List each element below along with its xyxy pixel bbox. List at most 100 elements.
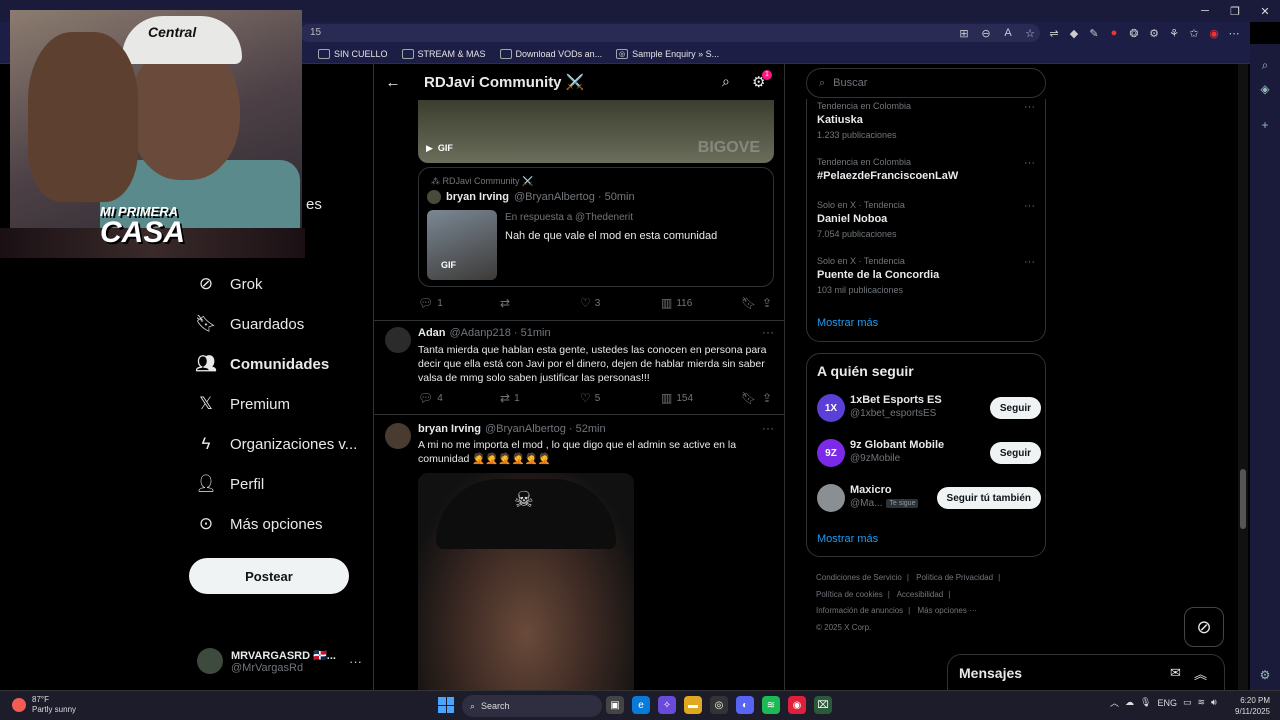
author-name[interactable]: bryan Irving (418, 423, 481, 435)
show-more-follow-link[interactable]: Mostrar más (817, 533, 878, 545)
mic-icon[interactable]: 🎙︎ (1140, 697, 1151, 708)
grok-button[interactable]: ⊘ (1184, 607, 1224, 647)
bookmark-sin-cuello[interactable]: SIN CUELLO (318, 48, 388, 59)
search-icon[interactable]: ⌕ (722, 73, 730, 90)
taskbar-search[interactable]: ⌕ Search (462, 695, 602, 717)
nav-item-grok[interactable]: ⊘ Grok (196, 269, 263, 299)
more-icon[interactable]: ··· (1024, 101, 1035, 113)
more-icon[interactable]: ⋯ (1225, 24, 1243, 42)
close-icon[interactable]: ✕ (1250, 0, 1280, 22)
trend-item[interactable]: Tendencia en Colombia Katiuska 1.233 pub… (817, 101, 1041, 151)
more-icon[interactable]: ··· (1024, 157, 1035, 169)
extension-icon[interactable]: ❂ (1125, 24, 1143, 42)
gif-thumbnail[interactable]: GIF (427, 210, 497, 280)
maximize-icon[interactable]: ❐ (1220, 0, 1250, 22)
chrome-icon[interactable]: ◎ (710, 696, 728, 714)
views-button[interactable]: ▥ 154 (661, 391, 693, 405)
app-icon[interactable]: ⌧ (814, 696, 832, 714)
nav-item-guardados[interactable]: 🔖︎ Guardados (195, 309, 304, 339)
extension-icon[interactable]: ✩ (1185, 24, 1203, 42)
url-field[interactable]: 15 (300, 24, 1040, 42)
search-icon[interactable]: ⌕ (1256, 56, 1274, 74)
like-button[interactable]: ♡ 5 (580, 391, 600, 405)
trend-item[interactable]: Solo en X · Tendencia Puente de la Conco… (817, 256, 1041, 306)
share-button[interactable]: ⇪ (762, 391, 772, 405)
task-view-icon[interactable]: ▣ (606, 696, 624, 714)
copilot-icon[interactable]: ✧ (658, 696, 676, 714)
add-icon[interactable]: + (1256, 116, 1274, 134)
nav-item-perfil[interactable]: 👤︎ Perfil (195, 469, 264, 499)
extension-icon[interactable]: ⇌ (1045, 24, 1063, 42)
bookmark-stream[interactable]: STREAM & MAS (401, 48, 486, 59)
minimize-icon[interactable]: ─ (1190, 0, 1220, 22)
community-timeline[interactable]: BIGOVE ▶ GIF ⁂ RDJavi Community ⚔️ bryan… (373, 64, 785, 690)
follow-back-button[interactable]: Seguir tú también (936, 487, 1041, 509)
follow-suggestion[interactable]: 1X 1xBet Esports ES @1xbet_esportsES Seg… (817, 392, 1041, 426)
trend-item[interactable]: Solo en X · Tendencia Daniel Noboa 7.054… (817, 200, 1041, 250)
volume-icon[interactable]: 🔊︎ (1211, 697, 1217, 708)
tag-icon[interactable]: ◈ (1256, 80, 1274, 98)
search-input[interactable]: ⌕ Buscar (806, 68, 1046, 98)
nav-item-comunidades[interactable]: 👥︎ Comunidades (195, 349, 329, 379)
privacy-link[interactable]: Política de Privacidad (916, 573, 993, 582)
post-button[interactable]: Postear (189, 558, 349, 594)
extension-icon[interactable]: ⚙ (1145, 24, 1163, 42)
reply-button[interactable]: 💬︎ 4 (418, 391, 443, 405)
avatar[interactable] (385, 327, 411, 353)
new-message-icon[interactable]: ✉ (1170, 665, 1181, 681)
discord-icon[interactable]: ◐ (736, 696, 754, 714)
read-aloud-icon[interactable]: A (999, 24, 1017, 42)
views-button[interactable]: ▥ 116 (661, 296, 692, 310)
like-button[interactable]: ♡ 3 (580, 296, 600, 310)
expand-icon[interactable]: ︽ (1194, 664, 1207, 683)
spotify-icon[interactable]: ≋ (762, 696, 780, 714)
repost-button[interactable]: ⇄ 1 (500, 391, 520, 405)
nav-item-organizaciones[interactable]: ϟ Organizaciones v... (196, 429, 358, 459)
more-icon[interactable]: ··· (1024, 200, 1035, 212)
windows-start-icon[interactable] (438, 697, 454, 713)
extension-icon[interactable]: ✎ (1085, 24, 1103, 42)
scrollbar-thumb[interactable] (1240, 469, 1246, 529)
gif-media[interactable]: BIGOVE ▶ GIF (418, 100, 774, 163)
follow-button[interactable]: Seguir (989, 397, 1041, 419)
cloud-icon[interactable]: ☁ (1125, 697, 1134, 708)
ads-info-link[interactable]: Información de anuncios (816, 606, 903, 615)
wifi-icon[interactable]: ≋ (1197, 697, 1205, 708)
monitor-icon[interactable]: ▭ (1183, 697, 1192, 708)
nav-item-partial-label[interactable]: es (306, 196, 322, 213)
more-icon[interactable]: ··· (762, 421, 774, 435)
more-icon[interactable]: ··· (762, 325, 774, 339)
nav-item-premium[interactable]: 𝕏 Premium (196, 389, 290, 419)
file-explorer-icon[interactable]: ▬ (684, 696, 702, 714)
author-name[interactable]: bryan Irving (446, 191, 509, 203)
bookmark-button[interactable]: 🔖︎ (741, 296, 756, 310)
account-switcher[interactable]: MRVARGASRD 🇩🇴... @MrVargasRd ··· (197, 643, 362, 679)
weather-widget[interactable]: 87°F Partly sunny (12, 695, 76, 715)
language-indicator[interactable]: ENG (1157, 698, 1177, 708)
follow-suggestion[interactable]: Maxicro @Ma... Te sigue Seguir tú también (817, 482, 1041, 516)
accessibility-link[interactable]: Accesibilidad (897, 590, 944, 599)
more-options-link[interactable]: Más opciones ··· (917, 606, 977, 615)
bookmark-download-vods[interactable]: Download VODs an... (499, 48, 602, 59)
cookies-link[interactable]: Política de cookies (816, 590, 883, 599)
reply-button[interactable]: 💬︎ 1 (418, 296, 443, 310)
avatar[interactable] (427, 190, 441, 204)
bookmark-button[interactable]: 🔖︎ (741, 391, 756, 405)
favorite-star-icon[interactable]: ☆ (1021, 24, 1039, 42)
bookmark-sample-enquiry[interactable]: ◎ Sample Enquiry » S... (616, 48, 719, 59)
avatar[interactable] (385, 423, 411, 449)
follow-button[interactable]: Seguir (989, 442, 1041, 464)
extension-icon[interactable]: ⚘ (1165, 24, 1183, 42)
back-arrow-icon[interactable]: ← (376, 74, 410, 91)
nav-item-mas-opciones[interactable]: ⊙ Más opciones (196, 509, 323, 539)
more-icon[interactable]: ··· (1024, 256, 1035, 268)
author-name[interactable]: Adan (418, 327, 446, 339)
extension-icon[interactable]: ◆ (1065, 24, 1083, 42)
settings-icon[interactable]: ⚙ (1256, 666, 1274, 684)
more-icon[interactable]: ··· (349, 654, 362, 669)
messages-drawer[interactable]: Mensajes ✉ ︽ (947, 654, 1225, 690)
chevron-up-icon[interactable]: ︿ (1110, 696, 1119, 709)
post-image[interactable]: ☠ (418, 473, 634, 690)
quoted-post[interactable]: ⁂ RDJavi Community ⚔️ bryan Irving @Brya… (418, 167, 774, 287)
follow-suggestion[interactable]: 9Z 9z Globant Mobile @9zMobile Seguir (817, 437, 1041, 471)
